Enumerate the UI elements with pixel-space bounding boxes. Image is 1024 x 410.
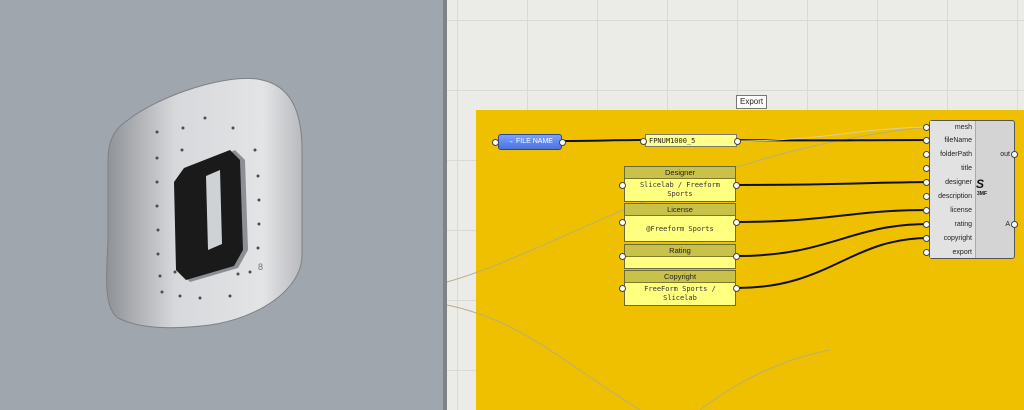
port-a[interactable]: A (1005, 220, 1010, 230)
port-export[interactable]: export (953, 248, 972, 258)
designer-panel[interactable]: Designer Slicelab / Freeform Sports (624, 166, 736, 202)
small-mark: 8 (258, 262, 263, 272)
copyright-output-grip[interactable] (733, 285, 740, 292)
a-grip[interactable] (1011, 221, 1018, 228)
license-line-1: @Freeform Sports (646, 225, 714, 233)
copyright-panel[interactable]: Copyright FreeForm Sports / Slicelab (624, 270, 736, 306)
mesh-grip[interactable] (923, 124, 930, 131)
3d-viewport[interactable]: 8 (0, 0, 443, 410)
digit-zero (174, 150, 248, 282)
port-license[interactable]: license (950, 206, 972, 216)
file-name-label: → FILE NAME (507, 138, 553, 145)
3mf-exporter-component[interactable]: mesh fileName folderPath title designer … (929, 120, 1015, 259)
port-description[interactable]: description (938, 192, 972, 202)
export-grip[interactable] (923, 249, 930, 256)
designer-grip[interactable] (923, 179, 930, 186)
port-title[interactable]: title (961, 164, 972, 174)
3mf-logo-sub: 3MF (977, 191, 987, 197)
file-name-param[interactable]: → FILE NAME (498, 134, 562, 150)
rating-grip[interactable] (923, 221, 930, 228)
port-designer[interactable]: designer (945, 178, 972, 188)
filename-panel-input-grip[interactable] (640, 138, 647, 145)
file-name-input-grip[interactable] (492, 139, 499, 146)
rating-input-grip[interactable] (619, 253, 626, 260)
license-output-grip[interactable] (733, 219, 740, 226)
designer-line-1: Slicelab / Freeform (639, 181, 721, 189)
3mf-logo-icon: S (976, 177, 985, 191)
copyright-panel-header: Copyright (625, 271, 735, 283)
designer-line-2: Sports (667, 190, 693, 198)
copyright-line-2: Slicelab (663, 294, 697, 302)
designer-input-grip[interactable] (619, 182, 626, 189)
port-folderpath[interactable]: folderPath (940, 150, 972, 160)
copyright-grip[interactable] (923, 235, 930, 242)
rating-panel-header: Rating (625, 245, 735, 257)
copyright-input-grip[interactable] (619, 285, 626, 292)
filename-value: FPNUM1000_5 (649, 137, 696, 145)
port-filename[interactable]: fileName (944, 136, 972, 146)
description-grip[interactable] (923, 193, 930, 200)
copyright-line-1: FreeForm Sports / (644, 285, 716, 293)
filename-panel-output-grip[interactable] (734, 138, 741, 145)
out-grip[interactable] (1011, 151, 1018, 158)
port-mesh[interactable]: mesh (955, 123, 972, 133)
group-label: Export (736, 95, 768, 109)
file-name-output-grip[interactable] (559, 139, 566, 146)
filename-grip[interactable] (923, 137, 930, 144)
rating-output-grip[interactable] (733, 253, 740, 260)
rating-panel[interactable]: Rating (624, 244, 736, 269)
filename-panel[interactable]: FPNUM1000_5 (645, 134, 737, 147)
folderpath-grip[interactable] (923, 151, 930, 158)
license-panel-header: License (625, 204, 735, 216)
port-copyright[interactable]: copyright (944, 234, 972, 244)
port-out[interactable]: out (1000, 150, 1010, 160)
designer-output-grip[interactable] (733, 182, 740, 189)
title-grip[interactable] (923, 165, 930, 172)
port-rating[interactable]: rating (954, 220, 972, 230)
license-input-grip[interactable] (619, 219, 626, 226)
license-panel[interactable]: License @Freeform Sports (624, 203, 736, 242)
shin-guard-model: 8 (106, 77, 303, 329)
designer-panel-header: Designer (625, 167, 735, 179)
license-grip[interactable] (923, 207, 930, 214)
